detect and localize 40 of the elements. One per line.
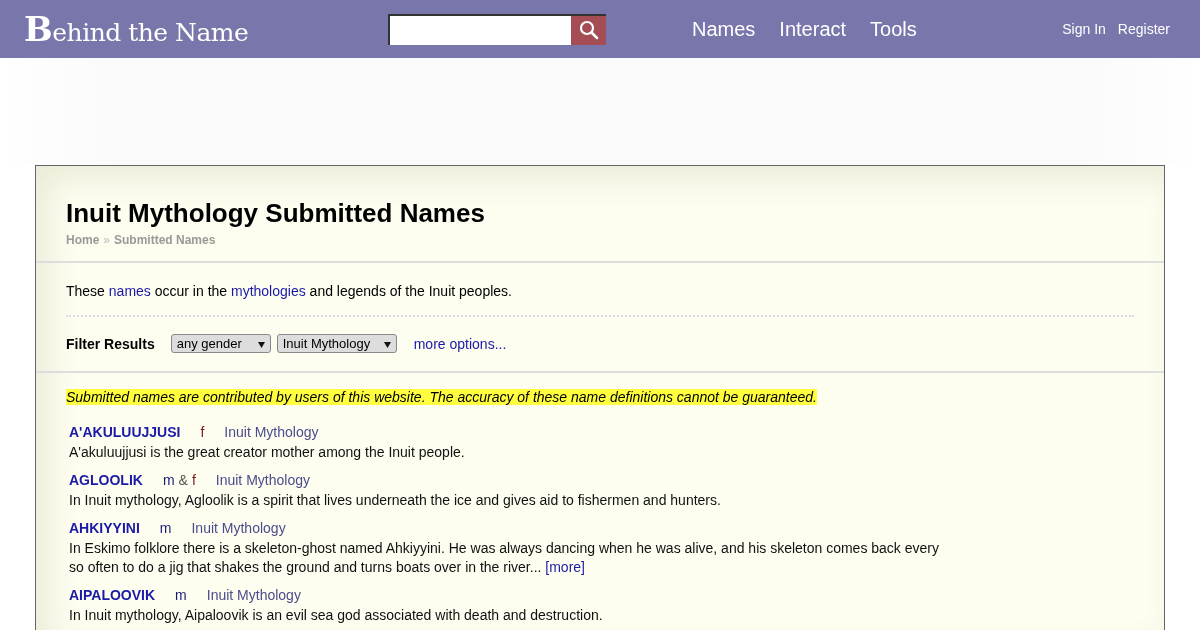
name-description: A'akuluujjusi is the great creator mother among the Inuit people. [69, 443, 466, 462]
name-description: In Inuit mythology, Aipaloovik is an evil sea god associated with death and destruction. [69, 606, 604, 625]
caret-icon [257, 342, 265, 348]
account-link[interactable]: Sign In [1062, 21, 1106, 37]
nav-link[interactable]: Tools [870, 17, 917, 41]
name-link[interactable]: AHKIYYINI [69, 520, 140, 536]
nav-link[interactable]: Names [692, 17, 756, 41]
gender-label: & [178, 472, 188, 488]
search-icon [578, 20, 599, 40]
name-description: In Eskimo folklore there is a skeleton-ghost named Ahkiyyini. He was always dancing when he was alive, and his skeleton comes back every so often to do a jig that shakes the ground and turns boats over in the river... [more] [69, 539, 940, 577]
nav-link[interactable]: Interact [779, 17, 847, 41]
intro-link[interactable]: names [108, 283, 151, 299]
name-link[interactable]: A'AKULUUJJUSI [69, 424, 181, 440]
account-link[interactable]: Register [1117, 21, 1170, 37]
name-description: In Inuit mythology, Agloolik is a spirit that lives underneath the ice and gives aid to fishermen and hunters. [69, 491, 722, 510]
gender-label: m [175, 587, 187, 603]
search-field[interactable] [388, 13, 606, 45]
usage-link[interactable]: Inuit Mythology [224, 424, 319, 440]
site-logo[interactable]: Behind the Name [24, 9, 388, 49]
usage-link[interactable]: Inuit Mythology [215, 472, 310, 488]
breadcrumb-separator: » [103, 233, 111, 247]
gender-label: m [159, 520, 172, 536]
page-title: Inuit Mythology Submitted Names [66, 198, 486, 229]
usage-link[interactable]: Inuit Mythology [191, 520, 286, 536]
more-link[interactable]: [more] [545, 559, 585, 575]
disclaimer-notice: Submitted names are contributed by users of this website. The accuracy of these name definitions cannot be guaranteed. [66, 389, 817, 405]
intro-link[interactable]: mythologies [231, 283, 306, 299]
filter-dropdown[interactable]: any gender [170, 334, 271, 353]
intro-text: These names occur in the mythologies and legends of the Inuit peoples. [66, 283, 1134, 317]
more-options-link[interactable]: more options... [413, 335, 507, 352]
gender-label: f [200, 424, 205, 440]
filter-label: Filter Results [66, 335, 155, 352]
gender-label: m [162, 472, 175, 488]
name-link[interactable]: AIPALOOVIK [69, 587, 156, 603]
name-link[interactable]: AGLOOLIK [69, 472, 143, 488]
gender-label: f [191, 472, 196, 488]
search-button[interactable] [571, 15, 606, 45]
usage-link[interactable]: Inuit Mythology [206, 587, 301, 603]
caret-icon [383, 342, 391, 348]
filter-dropdown[interactable]: Inuit Mythology [276, 334, 397, 353]
